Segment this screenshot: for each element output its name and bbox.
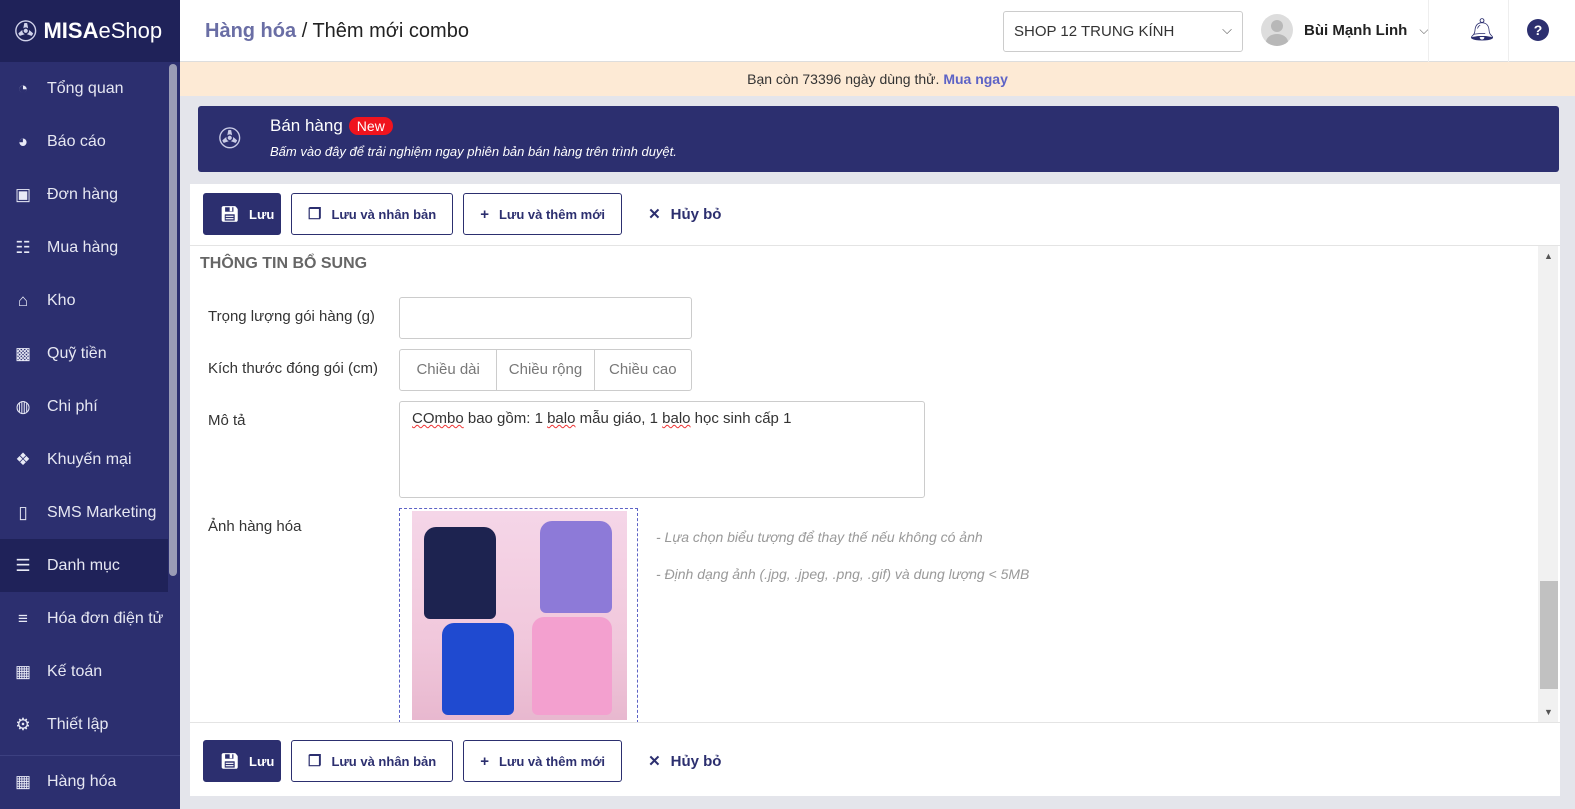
sidebar-item[interactable]: ◕ Báo cáo: [0, 115, 168, 168]
chevron-down-icon: ⌵: [1222, 22, 1232, 37]
sales-promo-banner[interactable]: ✇ Bán hàng New Bấm vào đây để trải nghiệm…: [198, 106, 1559, 172]
copy-icon: ❐: [308, 753, 322, 770]
calculator-icon: ▦: [14, 661, 32, 681]
save-duplicate-button[interactable]: ❐ Lưu và nhân bản: [291, 740, 454, 782]
floppy-icon: 💾︎: [220, 206, 240, 223]
scroll-down-icon[interactable]: ▼: [1544, 707, 1553, 717]
sidebar-item[interactable]: ▣ Đơn hàng: [0, 168, 168, 221]
trial-banner: Bạn còn 73396 ngày dùng thử. Mua ngay: [180, 62, 1575, 96]
sidebar-item[interactable]: ▯ SMS Marketing: [0, 486, 168, 539]
gear-icon: ⚙: [15, 714, 31, 734]
plus-icon: +: [480, 205, 489, 223]
floppy-icon: 💾︎: [220, 753, 240, 770]
list-icon: ☰: [15, 555, 31, 575]
sidebar-item[interactable]: ⚙ Thiết lập: [0, 698, 168, 751]
truck-icon: ▣: [14, 184, 32, 204]
invoice-icon: ≡: [18, 608, 28, 628]
help-icon[interactable]: ?: [1527, 19, 1549, 41]
avatar: [1261, 14, 1293, 46]
sidebar-item[interactable]: ◍ Chi phí: [0, 380, 168, 433]
sidebar-item[interactable]: ▦ Kế toán: [0, 645, 168, 698]
breadcrumb-parent[interactable]: Hàng hóa: [205, 20, 296, 42]
length-input[interactable]: Chiều dài: [400, 350, 498, 390]
money-bag-icon: ◍: [15, 396, 31, 416]
boxes-icon: ▦: [14, 772, 32, 791]
top-toolbar: 💾︎ Lưu ❐ Lưu và nhân bản + Lưu và thêm mới …: [203, 193, 747, 235]
bottom-toolbar: 💾︎ Lưu ❐ Lưu và nhân bản + Lưu và thêm mới …: [203, 740, 747, 782]
close-icon: ✕: [648, 753, 661, 770]
sidebar-scrollbar-thumb[interactable]: [169, 64, 177, 576]
sidebar-item[interactable]: ▩ Quỹ tiền: [0, 327, 168, 380]
user-menu[interactable]: Bùi Mạnh Linh ⌵: [1261, 14, 1428, 46]
phone-icon: ▯: [18, 502, 28, 522]
cancel-button[interactable]: ✕ Hủy bỏ: [632, 740, 738, 782]
sidebar-item[interactable]: ⌂ Kho: [0, 274, 168, 327]
pie-chart-icon: ◕: [17, 131, 29, 151]
width-input[interactable]: Chiều rộng: [497, 350, 595, 390]
sidebar-item[interactable]: ☷ Mua hàng: [0, 221, 168, 274]
sidebar-item[interactable]: ◔ Tổng quan: [0, 62, 168, 115]
scrollbar-thumb[interactable]: [1540, 581, 1558, 689]
plus-icon: +: [480, 752, 489, 770]
combo-form-card: 💾︎ Lưu ❐ Lưu và nhân bản + Lưu và thêm mới …: [190, 184, 1560, 796]
product-image-upload[interactable]: [399, 508, 638, 722]
sidebar-item[interactable]: ☰ Danh mục: [0, 539, 168, 592]
brand-logo[interactable]: ✇ MISA eShop: [0, 0, 180, 62]
bell-icon[interactable]: 🔔︎: [1468, 17, 1496, 43]
warehouse-icon: ⌂: [17, 290, 29, 310]
package-size-inputs: Chiều dài Chiều rộng Chiều cao: [399, 349, 692, 391]
close-icon: ✕: [648, 206, 661, 223]
description-textarea[interactable]: COmbo bao gồm: 1 balo mẫu giáo, 1 balo h…: [399, 401, 925, 498]
cancel-button[interactable]: ✕ Hủy bỏ: [632, 193, 738, 235]
save-new-button[interactable]: + Lưu và thêm mới: [463, 740, 623, 782]
sidebar-item[interactable]: ≡ Hóa đơn điện tử: [0, 592, 168, 645]
section-title: THÔNG TIN BỔ SUNG: [200, 255, 368, 272]
cart-icon: ☷: [15, 237, 31, 257]
height-input[interactable]: Chiều cao: [595, 350, 691, 390]
form-scroll-area: THÔNG TIN BỔ SUNG Trọng lượng gói hàng (…: [190, 245, 1560, 723]
buy-now-link[interactable]: Mua ngay: [943, 71, 1008, 87]
product-image: [412, 511, 627, 720]
sidebar-item[interactable]: ❖ Khuyến mại: [0, 433, 168, 486]
page-title: Thêm mới combo: [312, 20, 469, 42]
new-badge: New: [348, 117, 393, 135]
save-button[interactable]: 💾︎ Lưu: [203, 193, 281, 235]
logo-icon: ✇: [14, 15, 38, 47]
save-new-button[interactable]: + Lưu và thêm mới: [463, 193, 623, 235]
gift-icon: ❖: [15, 449, 31, 469]
breadcrumb: Hàng hóa / Thêm mới combo: [205, 20, 469, 42]
sidebar-item-hang-hoa[interactable]: ▦ Hàng hóa: [0, 755, 180, 808]
safe-icon: ▩: [14, 343, 32, 363]
logo-icon: ✇: [218, 123, 242, 154]
scroll-up-icon[interactable]: ▲: [1544, 251, 1553, 261]
form-scrollbar[interactable]: ▲ ▼: [1538, 246, 1558, 722]
sidebar: ✇ MISA eShop ◔ Tổng quan ◕ Báo cáo ▣ Đơn hàng ☷…: [0, 0, 180, 809]
top-header: Hàng hóa / Thêm mới combo SHOP 12 TRUNG …: [180, 0, 1575, 62]
divider: [1428, 0, 1429, 62]
save-button[interactable]: 💾︎ Lưu: [203, 740, 281, 782]
weight-input[interactable]: [399, 297, 692, 339]
dashboard-icon: ◔: [17, 78, 29, 98]
shop-select[interactable]: SHOP 12 TRUNG KÍNH ⌵: [1003, 11, 1243, 52]
save-duplicate-button[interactable]: ❐ Lưu và nhân bản: [291, 193, 454, 235]
copy-icon: ❐: [308, 206, 322, 223]
divider: [1508, 0, 1509, 62]
